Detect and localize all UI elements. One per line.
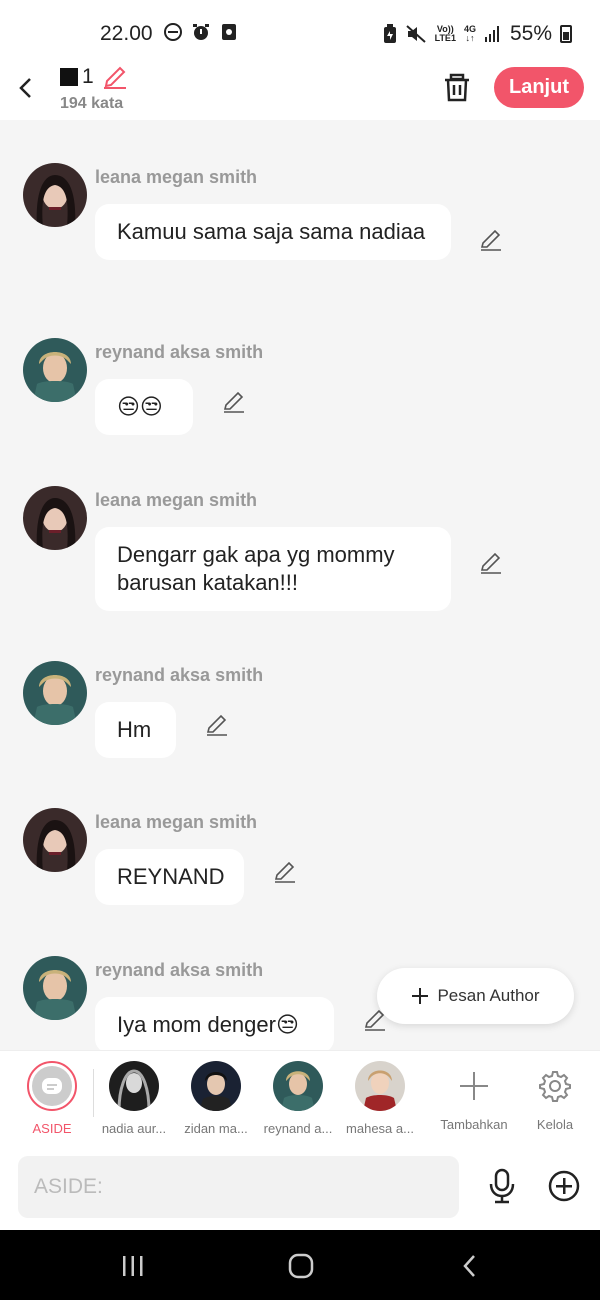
network-type-indicator: 4G ↓↑ [463, 24, 476, 43]
character-nadia[interactable]: nadia aur... [94, 1061, 174, 1136]
edit-message-icon[interactable] [222, 390, 246, 414]
trash-icon [445, 73, 469, 102]
message-bubble[interactable]: 😒😒 [95, 379, 193, 435]
editor-header: 1 194 kata Lanjut [0, 62, 600, 120]
system-back-button[interactable] [449, 1252, 489, 1280]
plus-icon [460, 1072, 488, 1100]
delete-button[interactable] [440, 70, 474, 104]
chevron-left-icon [19, 78, 31, 98]
battery-icon [560, 25, 572, 43]
message-input[interactable] [18, 1156, 459, 1218]
character-aside[interactable]: ASIDE [12, 1061, 92, 1136]
next-button[interactable]: Lanjut [494, 67, 584, 108]
recent-apps-button[interactable] [113, 1252, 153, 1280]
character-mahesa[interactable]: mahesa a... [340, 1061, 420, 1136]
avatar-reynand[interactable] [23, 338, 87, 402]
add-character-button[interactable]: Tambahkan [434, 1061, 514, 1132]
avatar-leana[interactable] [23, 486, 87, 550]
screenshot-icon [222, 24, 236, 40]
sender-name: reynand aksa smith [95, 665, 264, 685]
character-label: reynand a... [263, 1121, 333, 1136]
message-bubble[interactable]: REYNAND [95, 849, 244, 905]
alarm-icon [193, 24, 209, 40]
sender-name: reynand aksa smith [95, 960, 264, 980]
voice-button[interactable] [486, 1168, 518, 1204]
edit-message-icon[interactable] [479, 228, 503, 252]
back-icon [463, 1255, 475, 1277]
avatar-reynand[interactable] [23, 956, 87, 1020]
sender-name: leana megan smith [95, 812, 258, 832]
edit-message-icon[interactable] [205, 713, 229, 737]
avatar-leana[interactable] [23, 808, 87, 872]
plus-icon [412, 988, 429, 1004]
system-nav-bar [0, 1230, 600, 1300]
sender-name: leana megan smith [95, 167, 258, 187]
pencil-icon[interactable] [102, 64, 128, 90]
character-reynand[interactable]: reynand a... [258, 1061, 338, 1136]
back-button[interactable] [10, 70, 40, 106]
message-bubble[interactable]: Kamuu sama saja sama nadiaa [95, 204, 451, 260]
manage-label: Kelola [536, 1117, 574, 1132]
sender-name: leana megan smith [95, 490, 258, 510]
plus-circle-icon [548, 1170, 580, 1202]
message-bubble[interactable]: Hm [95, 702, 176, 758]
volte-indicator: Vo)) LTE1 [434, 24, 456, 43]
avatar-reynand[interactable] [23, 661, 87, 725]
edit-message-icon[interactable] [479, 551, 503, 575]
manage-button[interactable]: Kelola [515, 1061, 595, 1132]
character-label: ASIDE [32, 1121, 72, 1136]
author-message-label: Pesan Author [437, 986, 540, 1005]
title-square-icon [60, 68, 78, 86]
add-media-button[interactable] [548, 1170, 580, 1202]
microphone-icon [489, 1168, 515, 1204]
chat-area[interactable]: leana megan smith Kamuu sama saja sama n… [0, 120, 600, 1050]
avatar [355, 1061, 405, 1111]
avatar-leana[interactable] [23, 163, 87, 227]
chapter-title[interactable]: 1 [60, 64, 128, 90]
avatar [109, 1061, 159, 1111]
do-not-disturb-icon [164, 23, 182, 41]
character-label: mahesa a... [346, 1121, 414, 1136]
edit-message-icon[interactable] [273, 860, 297, 884]
author-message-button[interactable]: Pesan Author [377, 968, 574, 1024]
mute-icon [405, 25, 426, 43]
input-bar [0, 1146, 600, 1230]
character-label: zidan ma... [184, 1121, 248, 1136]
character-zidan[interactable]: zidan ma... [176, 1061, 256, 1136]
status-bar: 22.00 Vo)) LTE1 4G ↓↑ 55% [0, 0, 600, 62]
character-bar: ASIDE nadia aur... zidan ma... reynand a… [0, 1050, 600, 1146]
battery-saver-icon [383, 24, 396, 43]
chapter-number: 1 [82, 65, 94, 88]
avatar [273, 1061, 323, 1111]
status-time: 22.00 [100, 22, 153, 45]
signal-icon [484, 26, 499, 42]
word-count: 194 kata [60, 95, 124, 112]
recents-icon [123, 1256, 143, 1276]
sender-name: reynand aksa smith [95, 342, 264, 362]
avatar [191, 1061, 241, 1111]
add-label: Tambahkan [440, 1117, 508, 1132]
message-bubble[interactable]: Iya mom denger😒 [95, 997, 334, 1050]
home-icon [288, 1253, 314, 1279]
home-button[interactable] [281, 1252, 321, 1280]
aside-chat-icon [42, 1078, 62, 1094]
message-bubble[interactable]: Dengarr gak apa yg mommy barusan katakan… [95, 527, 451, 611]
gear-icon [539, 1071, 571, 1102]
character-label: nadia aur... [101, 1121, 167, 1136]
battery-percent: 55% [509, 22, 552, 45]
